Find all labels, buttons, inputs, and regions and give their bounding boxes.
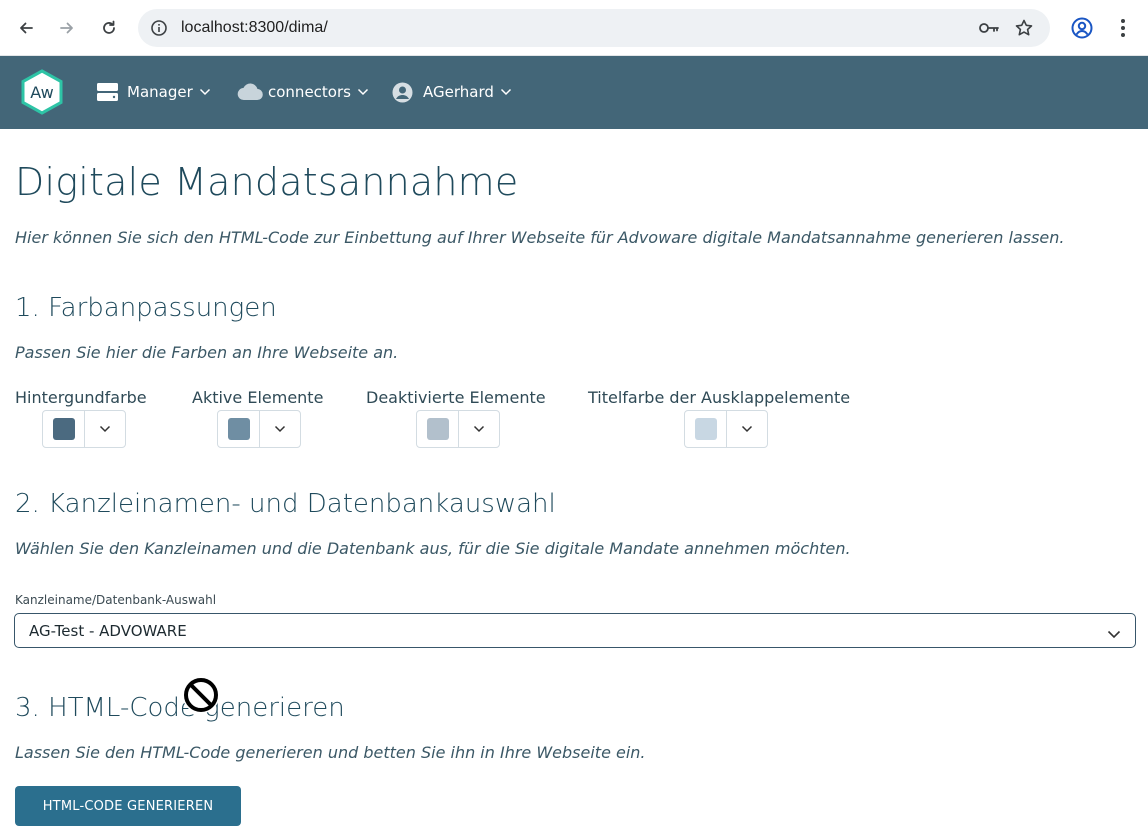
server-icon (96, 82, 119, 102)
color-label-disabled: Deaktivierte Elemente (366, 388, 546, 407)
nav-item-label: Manager (127, 83, 193, 101)
color-picker-disabled[interactable] (416, 410, 500, 448)
profile-icon[interactable] (1070, 16, 1094, 40)
color-label-collapsible-title: Titelfarbe der Ausklappelemente (588, 388, 851, 407)
color-picker-collapsible-title[interactable] (684, 410, 768, 448)
site-info-icon[interactable] (150, 19, 168, 37)
chevron-down-icon[interactable] (260, 411, 300, 447)
cloud-icon (237, 83, 264, 101)
section1-heading: 1. Farbanpassungen (15, 293, 277, 323)
color-swatch (227, 418, 250, 440)
color-picker-background[interactable] (42, 410, 126, 448)
chevron-down-icon[interactable] (727, 411, 767, 447)
password-key-icon[interactable] (978, 19, 1000, 37)
chevron-down-icon (199, 88, 211, 96)
app-navbar: Aw Manager connectors AGerhard (0, 56, 1148, 129)
nav-item-user[interactable]: AGerhard (392, 80, 512, 104)
address-bar[interactable]: localhost:8300/dima/ (138, 9, 1050, 47)
url-text: localhost:8300/dima/ (181, 19, 328, 36)
kebab-menu-icon[interactable] (1114, 16, 1132, 40)
color-swatch-button[interactable] (43, 411, 85, 447)
chevron-down-icon (500, 88, 512, 96)
section2-heading: 2. Kanzleinamen- und Datenbankauswahl (15, 489, 556, 519)
browser-toolbar: localhost:8300/dima/ (0, 0, 1148, 56)
page-title: Digitale Mandatsannahme (15, 160, 519, 204)
chevron-down-icon[interactable] (459, 411, 499, 447)
section2-description: Wählen Sie den Kanzleinamen und die Date… (15, 539, 851, 558)
forward-arrow-icon[interactable] (53, 14, 81, 42)
color-swatch (426, 418, 449, 440)
chevron-down-icon (357, 88, 369, 96)
section1-description: Passen Sie hier die Farben an Ihre Webse… (15, 343, 399, 362)
section3-heading: 3. HTML-Code generieren (15, 693, 345, 723)
page-lead: Hier können Sie sich den HTML-Code zur E… (15, 228, 1065, 247)
generate-html-button[interactable]: HTML-CODE GENERIEREN (15, 786, 241, 826)
color-swatch-button[interactable] (218, 411, 260, 447)
nav-item-manager[interactable]: Manager (96, 80, 211, 104)
select-value: AG-Test - ADVOWARE (29, 622, 187, 640)
color-picker-active[interactable] (217, 410, 301, 448)
firm-database-select[interactable]: AG-Test - ADVOWARE (14, 613, 1136, 648)
user-avatar-icon (392, 82, 413, 103)
nav-item-connectors[interactable]: connectors (237, 80, 369, 104)
app-logo[interactable]: Aw (19, 69, 65, 115)
color-label-active: Aktive Elemente (192, 388, 324, 407)
color-swatch-button[interactable] (685, 411, 727, 447)
back-arrow-icon[interactable] (12, 14, 40, 42)
chevron-down-icon[interactable] (85, 411, 125, 447)
section3-description: Lassen Sie den HTML-Code generieren und … (15, 743, 646, 762)
nav-item-label: AGerhard (423, 83, 494, 101)
reload-icon[interactable] (95, 14, 123, 42)
color-label-background: Hintergundfarbe (15, 388, 147, 407)
color-swatch (694, 418, 717, 440)
bookmark-star-icon[interactable] (1014, 18, 1034, 38)
nav-item-label: connectors (268, 83, 351, 101)
not-allowed-cursor-icon (182, 676, 220, 714)
color-swatch (52, 418, 75, 440)
chevron-down-icon (1107, 624, 1121, 643)
color-swatch-button[interactable] (417, 411, 459, 447)
logo-text: Aw (30, 83, 53, 102)
firm-database-label: Kanzleiname/Datenbank-Auswahl (15, 593, 217, 607)
